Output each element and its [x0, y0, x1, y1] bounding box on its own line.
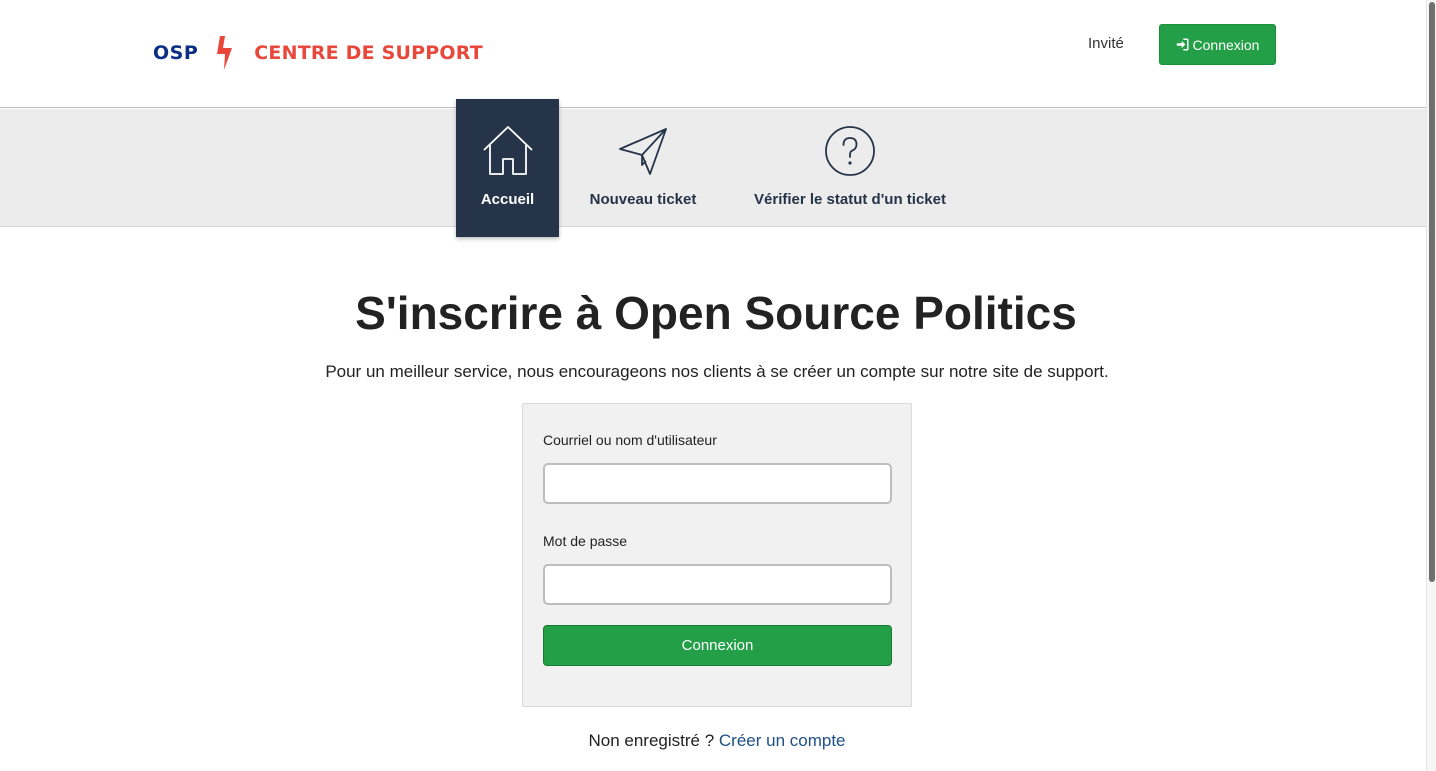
nav-item-new-ticket[interactable]: Nouveau ticket — [578, 109, 708, 227]
nav-item-check-status[interactable]: Vérifier le statut d'un ticket — [740, 109, 960, 227]
username-label: Courriel ou nom d'utilisateur — [543, 432, 717, 448]
nav-label-home: Accueil — [480, 191, 535, 208]
logo-osp-text: OSP — [153, 42, 199, 64]
nav-label-check-status: Vérifier le statut d'un ticket — [754, 191, 946, 208]
username-field[interactable] — [543, 463, 892, 504]
password-field[interactable] — [543, 564, 892, 605]
page-subtitle: Pour un meilleur service, nous encourage… — [325, 362, 1109, 381]
sign-in-icon — [1176, 38, 1189, 51]
guest-label: Invité — [1088, 35, 1124, 52]
header-login-label: Connexion — [1192, 36, 1260, 53]
login-form: Courriel ou nom d'utilisateur Mot de pas… — [522, 403, 912, 707]
site-logo[interactable]: OSP CENTRE DE SUPPORT — [153, 36, 483, 70]
create-account-link[interactable]: Créer un compte — [719, 731, 846, 750]
home-icon — [480, 123, 536, 179]
scrollbar-thumb[interactable] — [1429, 2, 1435, 582]
password-label: Mot de passe — [543, 533, 628, 549]
nav-item-home[interactable]: Accueil — [456, 99, 559, 237]
register-prefix: Non enregistré ? — [588, 731, 715, 750]
question-circle-icon — [822, 123, 878, 179]
lightning-bolt-icon — [217, 36, 233, 70]
logo-support-text: CENTRE DE SUPPORT — [254, 42, 483, 64]
register-prompt: Non enregistré ? Créer un compte — [0, 731, 1434, 751]
nav-label-new-ticket: Nouveau ticket — [589, 191, 697, 208]
paper-plane-icon — [615, 123, 671, 179]
site-header: OSP CENTRE DE SUPPORT Invité Connexion — [0, 0, 1426, 108]
main-navigation: Nouveau ticket Vérifier le statut d'un t… — [0, 109, 1426, 227]
login-submit-button[interactable]: Connexion — [543, 625, 892, 666]
header-login-button[interactable]: Connexion — [1159, 24, 1276, 65]
page-title: S'inscrire à Open Source Politics — [355, 287, 1077, 339]
page-scrollbar[interactable] — [1426, 0, 1436, 771]
